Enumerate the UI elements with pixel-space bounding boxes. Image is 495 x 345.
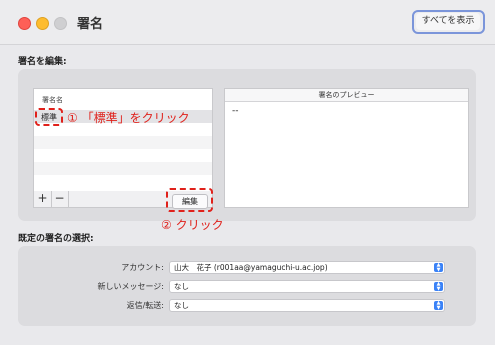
list-row: [34, 162, 212, 175]
annotation-step2: ② クリック: [161, 218, 224, 232]
default-signature-heading: 既定の署名の選択:: [18, 234, 94, 244]
window-title: 署名: [77, 17, 104, 32]
zoom-window-button[interactable]: [54, 17, 67, 30]
signature-preview: 署名のプレビュー --: [224, 88, 469, 208]
signature-list[interactable]: 署名名 標準: [33, 88, 213, 193]
close-window-button[interactable]: [18, 17, 31, 30]
chevron-updown-icon: ▲ ▼: [434, 263, 443, 272]
new-message-value: なし: [174, 282, 189, 291]
signature-preview-content: --: [232, 106, 239, 116]
chevron-updown-icon: ▲ ▼: [434, 301, 443, 310]
new-message-popup[interactable]: なし ▲ ▼: [169, 280, 445, 293]
highlight-edit-button: [166, 188, 213, 212]
highlight-standard-item: [35, 108, 63, 126]
add-signature-button[interactable]: +: [34, 191, 52, 207]
reply-forward-label: 返信/転送:: [126, 301, 164, 310]
show-all-button[interactable]: すべてを表示: [416, 13, 480, 30]
account-popup[interactable]: 山大 花子 (r001aa@yamaguchi-u.ac.jop) ▲ ▼: [169, 261, 445, 274]
list-row: [34, 149, 212, 162]
annotation-step1: ① 「標準」をクリック: [67, 111, 190, 125]
account-label: アカウント:: [121, 263, 164, 272]
edit-signatures-heading: 署名を編集:: [18, 57, 67, 67]
new-message-label: 新しいメッセージ:: [97, 282, 164, 291]
list-row: [34, 136, 212, 149]
account-value: 山大 花子 (r001aa@yamaguchi-u.ac.jop): [174, 263, 328, 272]
minimize-window-button[interactable]: [36, 17, 49, 30]
chevron-updown-icon: ▲ ▼: [434, 282, 443, 291]
title-bar: 署名 すべてを表示: [0, 0, 495, 45]
signature-list-header: 署名名: [42, 96, 63, 104]
reply-forward-popup[interactable]: なし ▲ ▼: [169, 299, 445, 312]
signature-preview-header: 署名のプレビュー: [225, 89, 468, 102]
list-row: [34, 175, 212, 188]
reply-forward-value: なし: [174, 301, 189, 310]
remove-signature-button[interactable]: −: [51, 191, 69, 207]
